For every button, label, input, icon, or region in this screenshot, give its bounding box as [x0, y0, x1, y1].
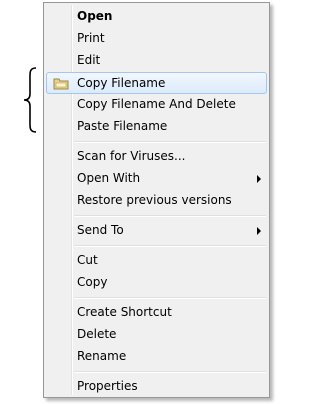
menu-item-paste-filename[interactable]: Paste Filename	[46, 116, 267, 138]
submenu-arrow-icon	[257, 227, 261, 235]
menu-item-edit[interactable]: Edit	[46, 50, 267, 72]
menu-item-properties[interactable]: Properties	[46, 376, 267, 398]
menu-item-delete[interactable]: Delete	[46, 324, 267, 346]
menu-item-scan-for-viruses[interactable]: Scan for Viruses...	[46, 146, 267, 168]
menu-item-label: Scan for Viruses...	[77, 149, 186, 163]
menu-item-label: Create Shortcut	[77, 305, 172, 319]
menu-item-label: Paste Filename	[77, 119, 168, 133]
menu-item-label: Copy Filename And Delete	[77, 97, 236, 111]
menu-item-label: Send To	[77, 223, 124, 237]
menu-separator	[74, 245, 266, 247]
menu-separator	[74, 371, 266, 373]
menu-item-cut[interactable]: Cut	[46, 250, 267, 272]
menu-item-copy[interactable]: Copy	[46, 272, 267, 294]
menu-separator	[74, 141, 266, 143]
menu-item-label: Open	[77, 9, 113, 23]
menu-item-copy-filename-and-delete[interactable]: Copy Filename And Delete	[46, 94, 267, 116]
submenu-arrow-icon	[257, 175, 261, 183]
menu-item-label: Copy	[77, 275, 108, 289]
menu-item-label: Copy Filename	[77, 76, 166, 90]
folder-icon	[53, 78, 69, 90]
menu-separator	[74, 215, 266, 217]
menu-item-label: Edit	[77, 53, 101, 67]
menu-item-open[interactable]: Open	[46, 6, 267, 28]
menu-item-label: Restore previous versions	[77, 193, 232, 207]
menu-item-print[interactable]: Print	[46, 28, 267, 50]
menu-item-label: Rename	[77, 349, 127, 363]
menu-item-label: Cut	[77, 253, 98, 267]
menu-item-restore-previous-versions[interactable]: Restore previous versions	[46, 190, 267, 212]
menu-item-label: Print	[77, 31, 105, 45]
menu-item-send-to[interactable]: Send To	[46, 220, 267, 242]
menu-item-open-with[interactable]: Open With	[46, 168, 267, 190]
menu-item-label: Properties	[77, 379, 138, 393]
context-menu: Open Print Edit Copy Filename Copy Filen…	[43, 2, 270, 398]
menu-item-copy-filename[interactable]: Copy Filename	[46, 72, 267, 94]
curly-brace-annotation	[23, 67, 37, 133]
menu-item-rename[interactable]: Rename	[46, 346, 267, 368]
menu-item-label: Delete	[77, 327, 117, 341]
menu-item-create-shortcut[interactable]: Create Shortcut	[46, 302, 267, 324]
menu-item-label: Open With	[77, 171, 141, 185]
menu-separator	[74, 297, 266, 299]
